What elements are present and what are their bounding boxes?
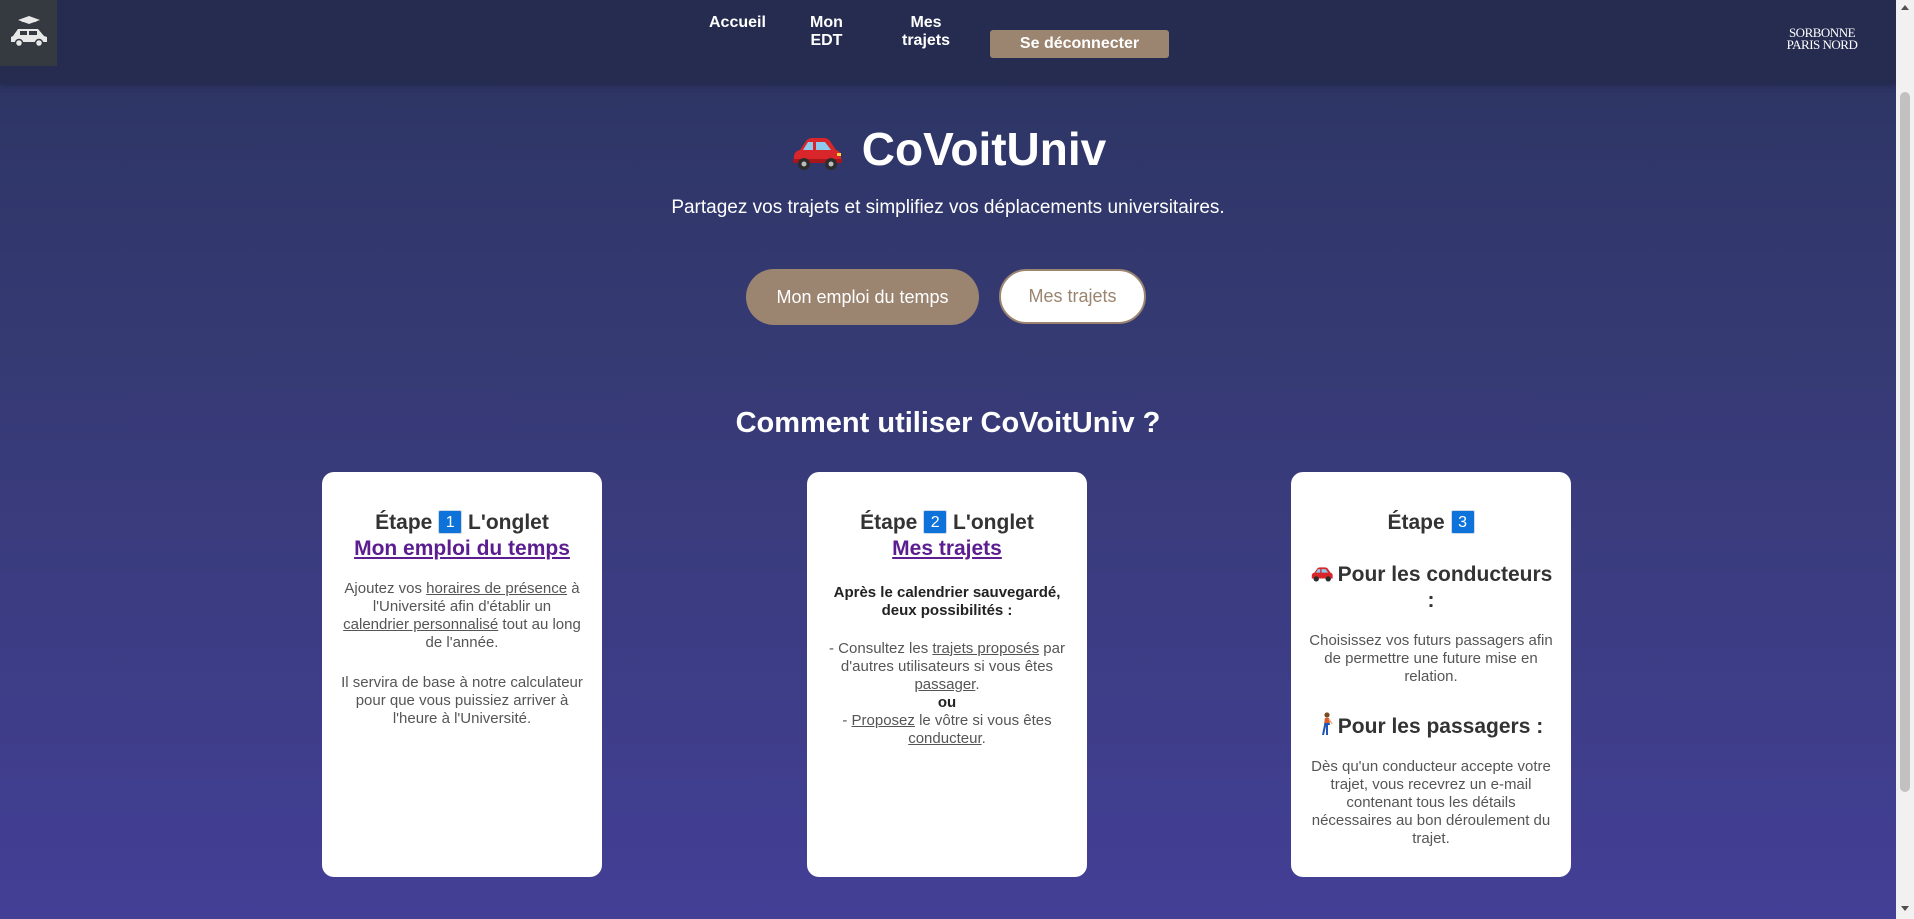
step-2-onglet: L'onglet (953, 511, 1034, 534)
car-icon (792, 137, 842, 170)
drivers-title: Pour les conducteurs : (1337, 563, 1553, 612)
step-2-opt1-c: . (975, 676, 980, 693)
university-logo-line2: PARIS NORD (1786, 37, 1858, 52)
custom-calendar-text: calendrier personnalisé (343, 616, 499, 633)
passengers-text: Dès qu'un conducteur accepte votre traje… (1311, 758, 1551, 847)
step-3-badge: 3 (1450, 510, 1475, 534)
step-2-opt2-a: - (842, 712, 852, 729)
step-2-intro: Après le calendrier sauvegardé, deux pos… (833, 584, 1061, 619)
trips-button[interactable]: Mes trajets (999, 269, 1146, 324)
university-logo[interactable]: SORBONNE PARIS NORD (1782, 26, 1862, 52)
trips-button-label: Mes trajets (1028, 286, 1117, 306)
step-1-description: Ajoutez vos horaires de présence à l'Uni… (338, 580, 586, 652)
step-2-options: - Consultez les trajets proposés par d'a… (823, 640, 1071, 748)
car-icon (1311, 567, 1333, 582)
nav-trips-link[interactable]: Mes trajets (902, 14, 950, 50)
driver-text: conducteur (908, 730, 982, 747)
passengers-heading: Pour les passagers : (1307, 712, 1555, 740)
propose-text: Proposez (851, 712, 915, 729)
step-2-opt2-b: le vôtre si vous êtes (914, 712, 1052, 729)
schedule-button[interactable]: Mon emploi du temps (746, 269, 979, 325)
logout-button[interactable]: Se déconnecter (990, 30, 1169, 58)
schedule-button-label: Mon emploi du temps (776, 286, 949, 307)
scroll-down-arrow-icon[interactable] (1901, 906, 1909, 911)
page-subtitle: Partagez vos trajets et simplifiez vos d… (671, 197, 1225, 218)
step-1-badge: 1 (438, 510, 463, 534)
nav-edt-link[interactable]: Mon EDT (810, 14, 843, 50)
step-2-badge: 2 (923, 510, 948, 534)
step-2-opt1-a: - Consultez les (829, 640, 933, 657)
trips-tab-link[interactable]: Mes trajets (892, 537, 1002, 560)
step-3-etape: Étape (1387, 511, 1445, 534)
app-logo-icon[interactable] (0, 0, 57, 66)
schedule-tab-link[interactable]: Mon emploi du temps (354, 537, 570, 560)
nav-edt-label-line1: Mon (810, 14, 843, 31)
step-2-opt2-c: . (981, 730, 986, 747)
step-1-etape: Étape (375, 511, 433, 534)
nav-trips-label-line2: trajets (902, 32, 951, 49)
nav-trips-label-line1: Mes (910, 14, 942, 31)
step-card-2: Étape 2 L'onglet Mes trajets Après le ca… (807, 472, 1087, 877)
step-3-heading: Étape 3 (1307, 510, 1555, 536)
page-title: CoVoitUniv (0, 122, 1896, 176)
proposed-trips-text: trajets proposés (932, 640, 1040, 657)
step-1-heading: Étape 1 L'onglet Mon emploi du temps (338, 510, 586, 562)
step-1-text-a: Ajoutez vos (344, 580, 427, 597)
scrollbar-thumb[interactable] (1900, 92, 1910, 792)
top-navbar: Accueil Mon EDT Mes trajets Se déconnect… (0, 0, 1896, 84)
step-1-onglet: L'onglet (468, 511, 549, 534)
howto-section-title: Comment utiliser CoVoitUniv ? (735, 407, 1161, 439)
drivers-text: Choisissez vos futurs passagers afin de … (1309, 632, 1553, 685)
drivers-heading: Pour les conducteurs : (1307, 562, 1555, 614)
nav-home-link[interactable]: Accueil (709, 14, 766, 32)
scroll-up-arrow-icon[interactable] (1901, 5, 1909, 10)
attendance-hours-text: horaires de présence (426, 580, 568, 597)
nav-home-label: Accueil (709, 14, 766, 31)
nav-edt-label-line2: EDT (810, 32, 843, 49)
walking-person-icon (1321, 712, 1333, 735)
passenger-text: passager (914, 676, 976, 693)
step-2-or: ou (937, 694, 957, 711)
step-card-3: Étape 3 Pour les conducteurs : Choisisse… (1291, 472, 1571, 877)
step-card-1: Étape 1 L'onglet Mon emploi du temps Ajo… (322, 472, 602, 877)
passengers-title: Pour les passagers : (1337, 715, 1544, 738)
logout-button-label: Se déconnecter (1019, 35, 1140, 52)
page-title-text: CoVoitUniv (861, 123, 1107, 175)
step-1-note: Il servira de base à notre calculateur p… (341, 674, 583, 727)
step-2-etape: Étape (860, 511, 918, 534)
step-2-heading: Étape 2 L'onglet Mes trajets (823, 510, 1071, 562)
